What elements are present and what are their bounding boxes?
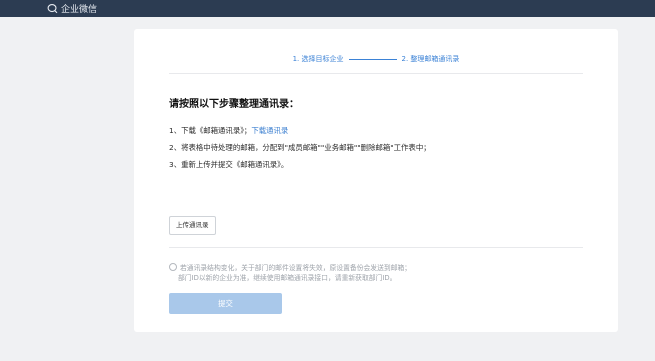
step-1: 1. 选择目标企业 bbox=[292, 55, 344, 63]
step-connector bbox=[348, 58, 397, 60]
notice-line-1: 若通讯录结构变化，关于部门的邮件设置将失效，原设置备份会发送到邮箱； bbox=[169, 263, 411, 273]
top-bar: 企业微信 bbox=[0, 0, 655, 17]
wecom-logo-icon bbox=[47, 4, 58, 14]
step-2: 2. 整理邮箱通讯录 bbox=[401, 55, 460, 63]
notice-line-2: 部门ID以新的企业为准，继续使用邮箱通讯录接口，请重新获取部门ID。 bbox=[178, 274, 397, 282]
app-name: 企业微信 bbox=[61, 5, 98, 15]
brand[interactable]: 企业微信 bbox=[47, 2, 97, 15]
instruction-1-text: 1、下载《邮箱通讯录》； bbox=[169, 126, 252, 135]
step-indicator: 1. 选择目标企业 2. 整理邮箱通讯录 bbox=[134, 54, 618, 64]
main-card: 1. 选择目标企业 2. 整理邮箱通讯录 请按照以下步骤整理通讯录： 1、下载《… bbox=[134, 29, 618, 332]
divider bbox=[169, 247, 583, 248]
upload-contacts-button[interactable]: 上传通讯录 bbox=[169, 216, 216, 235]
instruction-1: 1、下载《邮箱通讯录》；下载通讯录 bbox=[169, 125, 288, 136]
divider bbox=[169, 73, 583, 74]
info-circle-icon bbox=[169, 263, 177, 271]
notice: 若通讯录结构变化，关于部门的邮件设置将失效，原设置备份会发送到邮箱； 部门ID以… bbox=[169, 263, 411, 283]
download-contacts-link[interactable]: 下载通讯录 bbox=[251, 126, 288, 135]
instruction-3: 3、重新上传并提交《邮箱通讯录》。 bbox=[169, 160, 289, 169]
instruction-2: 2、将表格中待处理的邮箱，分配到"成员邮箱""业务邮箱""删除邮箱"工作表中； bbox=[169, 143, 431, 152]
notice-text-1: 若通讯录结构变化，关于部门的邮件设置将失效，原设置备份会发送到邮箱； bbox=[180, 264, 412, 272]
page-title: 请按照以下步骤整理通讯录： bbox=[169, 99, 299, 110]
submit-button[interactable]: 提交 bbox=[169, 293, 282, 314]
